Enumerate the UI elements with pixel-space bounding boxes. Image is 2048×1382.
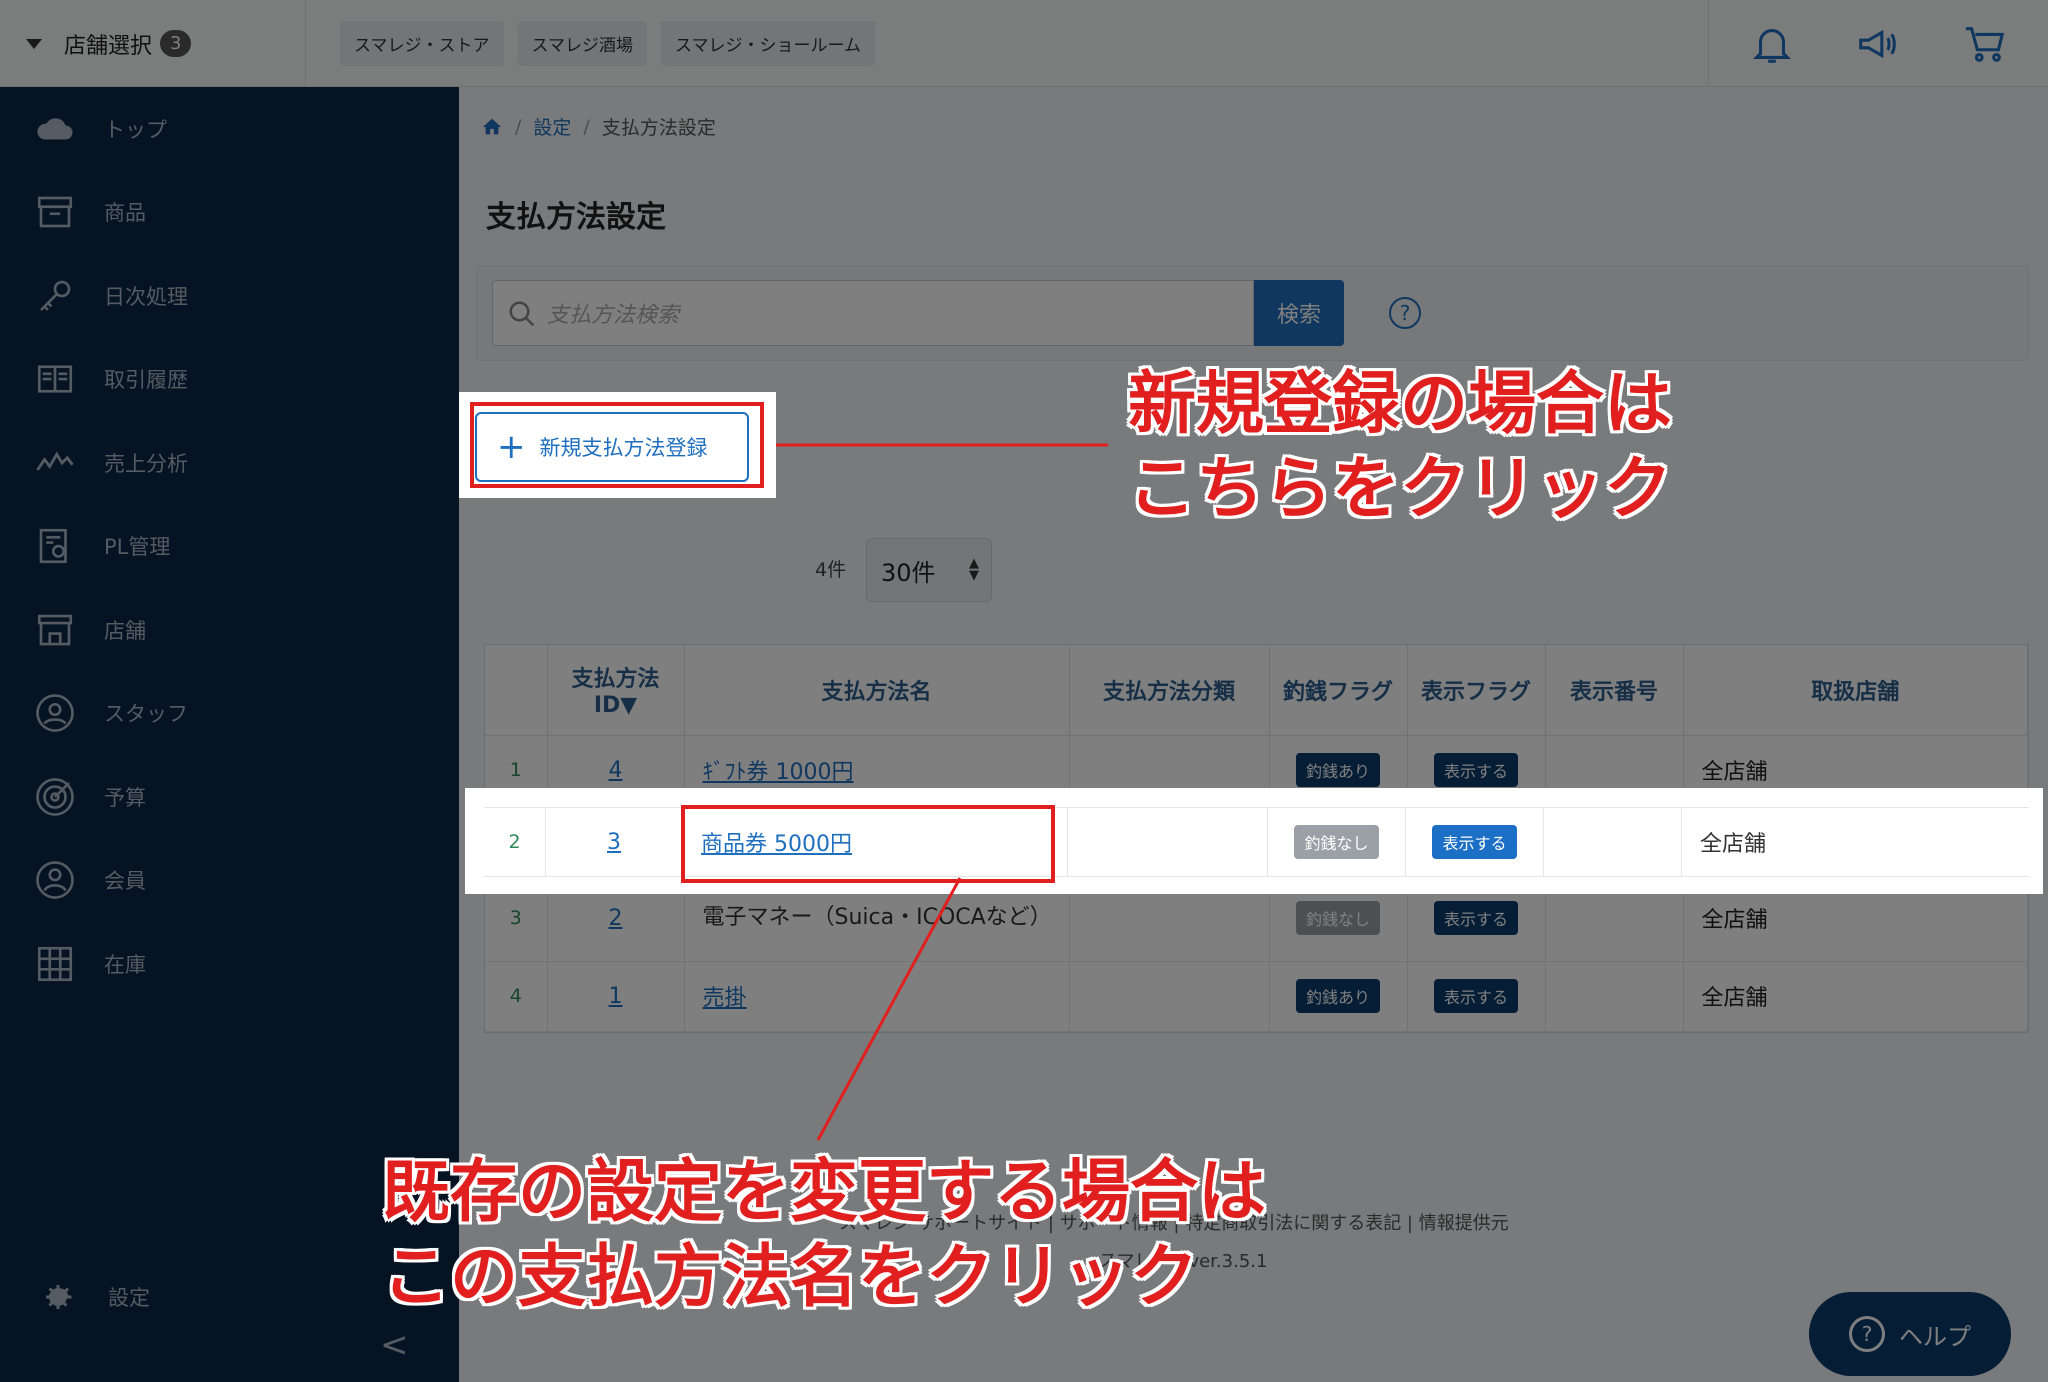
callout-edit-line2: この支払方法名をクリック	[382, 1238, 1199, 1317]
callout-edit: 既存の設定を変更する場合は この支払方法名をクリック	[382, 1150, 1266, 1320]
callout-line-edit	[816, 877, 962, 1141]
callout-new-line1: 新規登録の場合は	[1128, 365, 1673, 444]
callout-edit-line1: 既存の設定を変更する場合は	[382, 1153, 1267, 1232]
callout-new-line2: こちらをクリック	[1128, 450, 1673, 529]
callout-new: 新規登録の場合は こちらをクリック	[1128, 362, 1672, 532]
